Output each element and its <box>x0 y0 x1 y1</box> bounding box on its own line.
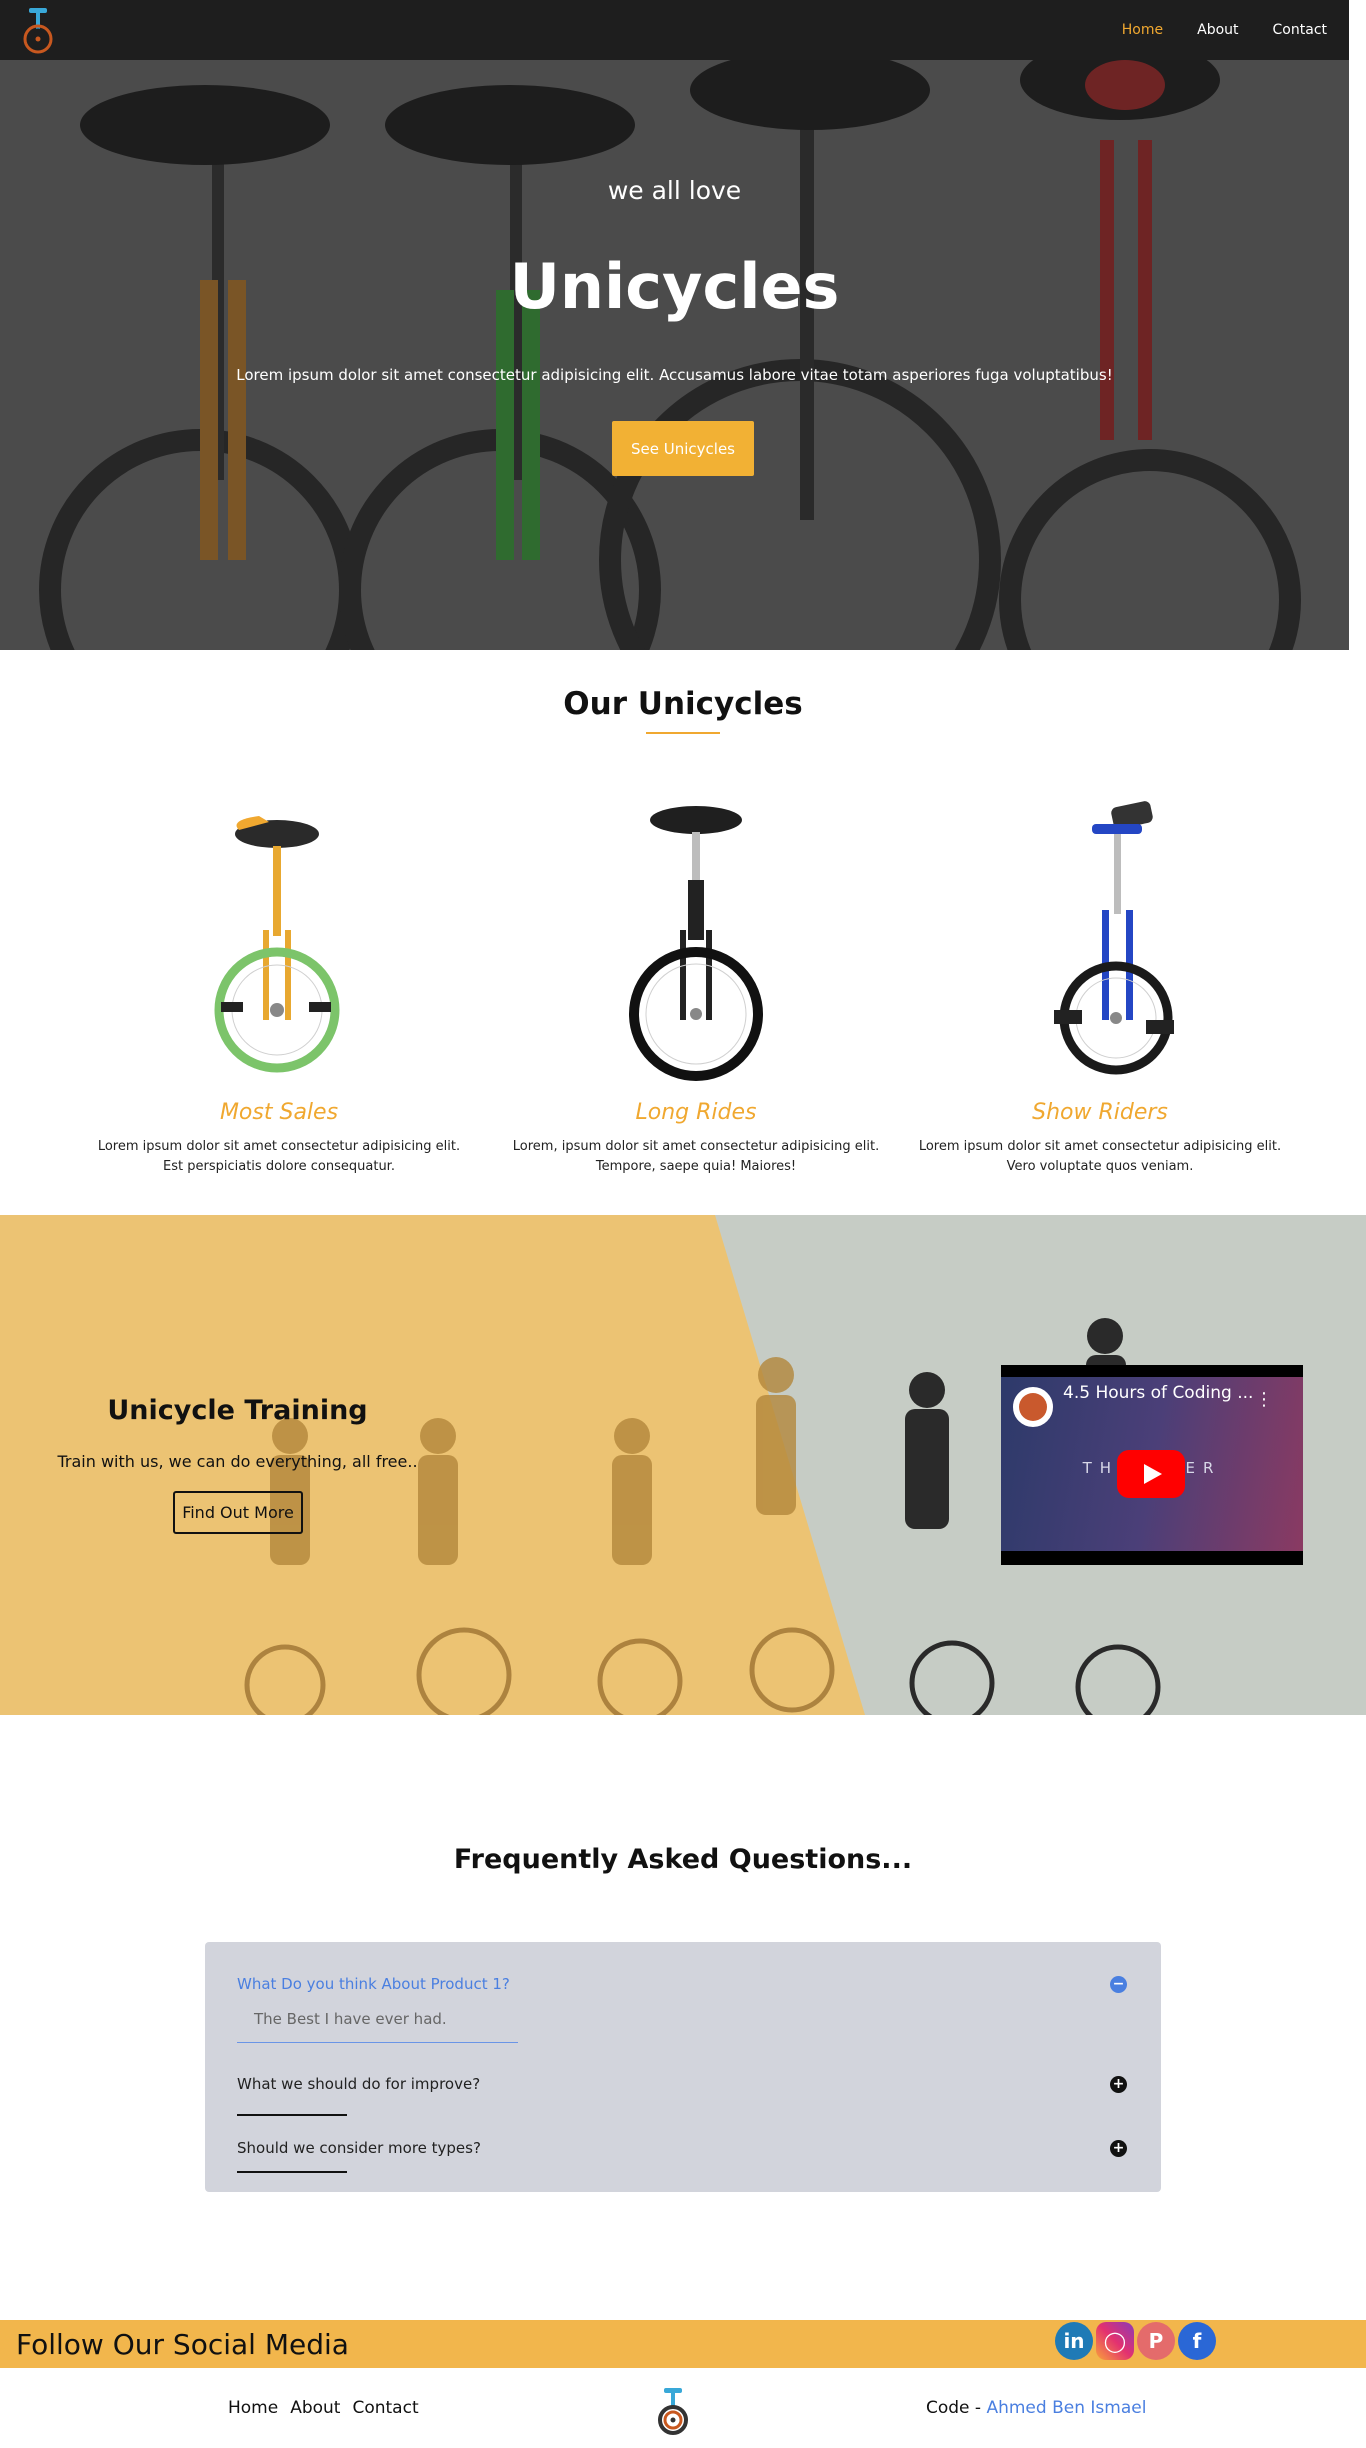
hero-description: Lorem ipsum dolor sit amet consectetur a… <box>236 366 1113 384</box>
training-title: Unicycle Training <box>107 1395 368 1426</box>
card-title: Show Riders <box>1032 1100 1168 1125</box>
hero-title: Unicycles <box>509 250 840 323</box>
footer-link-about[interactable]: About <box>290 2398 340 2418</box>
code-label: Code - <box>926 2398 982 2418</box>
expand-icon[interactable]: + <box>1110 2076 1127 2093</box>
faq-question[interactable]: Should we consider more types? <box>237 2139 1127 2157</box>
blue-unicycle-image <box>1054 801 1174 1075</box>
unicycle-icon[interactable] <box>20 6 56 54</box>
facebook-icon[interactable]: f <box>1178 2322 1216 2360</box>
youtube-video-embed[interactable]: 4.5 Hours of Coding ... ⋮ THE RKER <box>1001 1365 1303 1565</box>
footer-credit: Code - Ahmed Ben Ismael <box>926 2398 1146 2418</box>
faq-underline <box>237 2114 347 2116</box>
faq-question[interactable]: What Do you think About Product 1? <box>237 1975 1127 1993</box>
footer-link-contact[interactable]: Contact <box>352 2398 418 2418</box>
top-navbar: Home About Contact <box>0 0 1349 60</box>
footer-links: Home About Contact <box>228 2398 419 2418</box>
faq-underline <box>237 2171 347 2173</box>
unicycle-card-long-rides: Long Rides Lorem, ipsum dolor sit amet c… <box>496 790 896 1177</box>
black-unicycle-image <box>629 806 763 1081</box>
find-out-more-button[interactable]: Find Out More <box>173 1491 303 1534</box>
unicycles-section-title: Our Unicycles <box>563 686 803 722</box>
card-title: Most Sales <box>219 1100 339 1125</box>
faq-item-2[interactable]: What we should do for improve? + <box>237 2075 1127 2093</box>
faq-item-1[interactable]: What Do you think About Product 1? − The… <box>237 1975 1127 2028</box>
nav-link-home[interactable]: Home <box>1122 22 1163 38</box>
card-title: Long Rides <box>635 1100 757 1125</box>
social-title: Follow Our Social Media <box>16 2328 349 2361</box>
nav-link-contact[interactable]: Contact <box>1273 22 1327 38</box>
collapse-icon[interactable]: − <box>1110 1976 1127 1993</box>
social-icons: in ◯ P f <box>1055 2322 1216 2360</box>
nav-links: Home About Contact <box>1122 0 1327 60</box>
card-text: Lorem ipsum dolor sit amet consectetur a… <box>97 1139 461 1174</box>
footer: Home About Contact Code - Ahmed Ben Isma… <box>0 2370 1366 2448</box>
nav-link-about[interactable]: About <box>1197 22 1238 38</box>
unicycle-card-most-sales: Most Sales Lorem ipsum dolor sit amet co… <box>79 790 479 1177</box>
youtube-play-icon[interactable] <box>1117 1450 1185 1498</box>
training-section: Unicycle Training Train with us, we can … <box>0 1215 1366 1715</box>
card-text: Lorem, ipsum dolor sit amet consectetur … <box>512 1139 880 1174</box>
faq-accordion: What Do you think About Product 1? − The… <box>205 1942 1161 2192</box>
hero-tagline: we all love <box>607 176 742 205</box>
orange-green-unicycle-image <box>214 816 340 1073</box>
hero-background-image <box>0 0 1349 650</box>
faq-underline <box>237 2042 518 2043</box>
unicycle-card-show-riders: Show Riders Lorem ipsum dolor sit amet c… <box>900 790 1300 1177</box>
linkedin-icon[interactable]: in <box>1055 2322 1093 2360</box>
section-title-underline <box>646 732 720 734</box>
faq-answer: The Best I have ever had. <box>254 2010 447 2028</box>
video-title[interactable]: 4.5 Hours of Coding ... <box>1063 1383 1253 1403</box>
card-text: Lorem ipsum dolor sit amet consectetur a… <box>918 1139 1282 1174</box>
social-bar: Follow Our Social Media in ◯ P f <box>0 2320 1366 2368</box>
faq-item-3[interactable]: Should we consider more types? + <box>237 2139 1127 2157</box>
unicycle-icon[interactable] <box>655 2386 691 2436</box>
faq-question[interactable]: What we should do for improve? <box>237 2075 1127 2093</box>
training-text: Train with us, we can do everything, all… <box>57 1452 418 1471</box>
more-vert-icon[interactable]: ⋮ <box>1255 1389 1273 1410</box>
channel-avatar-icon[interactable] <box>1013 1387 1053 1427</box>
see-unicycles-button[interactable]: See Unicycles <box>612 421 754 476</box>
hero-section: we all love Unicycles Lorem ipsum dolor … <box>0 0 1349 650</box>
footer-link-home[interactable]: Home <box>228 2398 278 2418</box>
pinterest-icon[interactable]: P <box>1137 2322 1175 2360</box>
instagram-icon[interactable]: ◯ <box>1096 2322 1134 2360</box>
author-link[interactable]: Ahmed Ben Ismael <box>986 2398 1146 2418</box>
faq-title: Frequently Asked Questions... <box>453 1844 913 1875</box>
expand-icon[interactable]: + <box>1110 2140 1127 2157</box>
